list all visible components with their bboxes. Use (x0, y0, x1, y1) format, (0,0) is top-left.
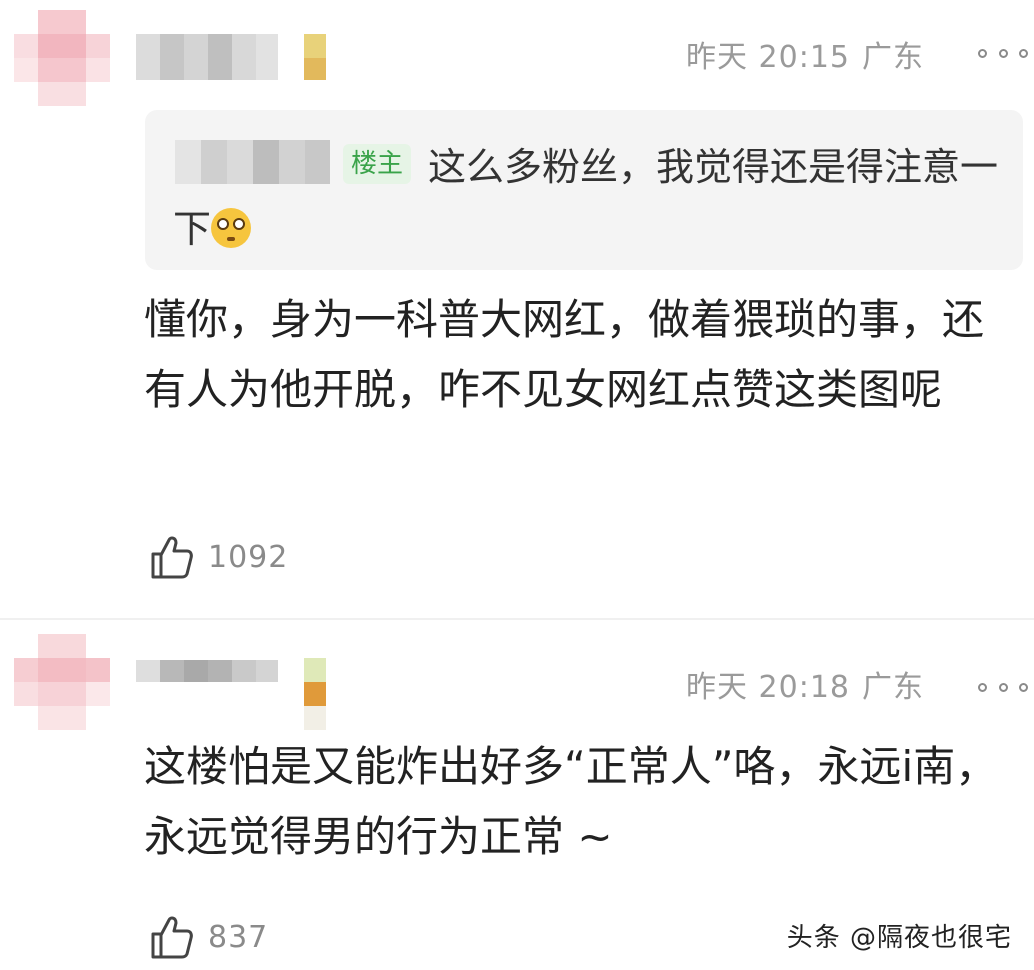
username-blurred[interactable] (136, 34, 278, 80)
comment-text: 这楼怕是又能炸出好多“正常人”咯，永远i南，永远觉得男的行为正常 ~ (144, 742, 998, 861)
comment-item: 昨天 20:15 广东 楼主 这么多粉丝，我觉得还是得注意一下 懂你，身为一科普大… (0, 0, 1034, 618)
user-level-badge (304, 34, 326, 80)
quoted-text: 这么多粉丝，我觉得还是得注意一下 (173, 136, 1003, 260)
more-options-icon[interactable] (978, 46, 1028, 60)
comment-location: 广东 (862, 40, 924, 75)
avatar[interactable] (14, 634, 110, 730)
more-options-icon[interactable] (978, 680, 1028, 694)
thumbs-up-icon (151, 536, 193, 579)
like-button[interactable]: 837 (150, 912, 268, 962)
like-count: 1092 (208, 539, 289, 575)
username-blurred[interactable] (136, 660, 278, 704)
comment-location: 广东 (862, 670, 924, 705)
comment-meta: 昨天 20:18 广东 (564, 668, 924, 708)
comment-text: 懂你，身为一科普大网红，做着猥琐的事，还有人为他开脱，咋不见女网红点赞这类图呢 (144, 295, 985, 414)
user-level-badge (304, 658, 326, 730)
like-button[interactable]: 1092 (150, 532, 288, 582)
reply-quote: 楼主 这么多粉丝，我觉得还是得注意一下 (145, 110, 1023, 270)
quoted-text-content: 这么多粉丝，我觉得还是得注意一下 (173, 145, 999, 251)
comment-divider (0, 618, 1034, 620)
comment-meta: 昨天 20:15 广东 (564, 38, 924, 78)
comment-time: 昨天 20:18 (686, 670, 850, 705)
comment-time: 昨天 20:15 (686, 40, 850, 75)
thumbs-up-icon (151, 916, 193, 959)
like-count: 837 (208, 919, 269, 955)
flushed-face-emoji (211, 208, 252, 248)
avatar[interactable] (14, 10, 110, 106)
watermark: 头条 @隔夜也很宅 (786, 923, 1012, 953)
